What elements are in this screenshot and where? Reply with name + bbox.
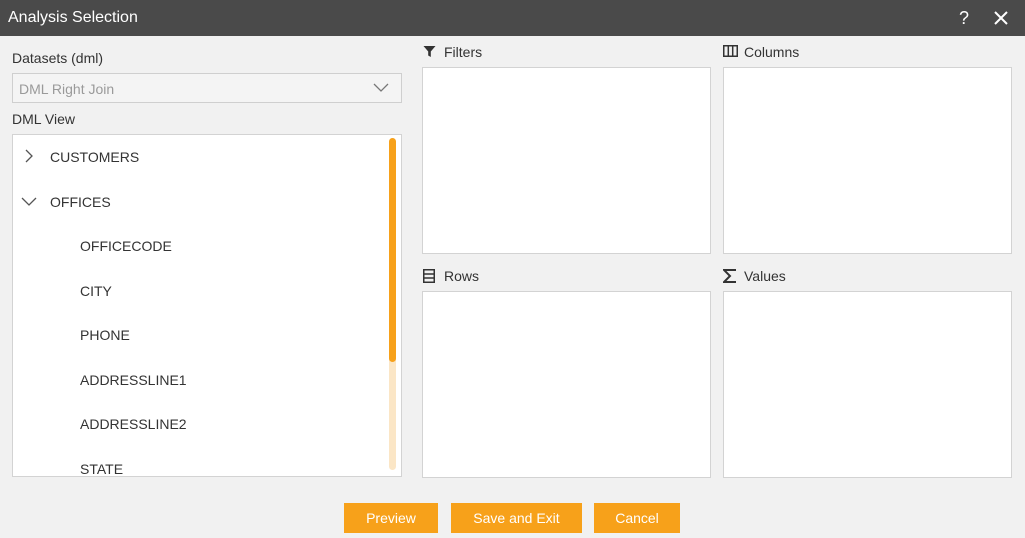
datasets-select[interactable]: DML Right Join bbox=[12, 73, 402, 103]
filter-icon bbox=[423, 46, 436, 57]
tree-field-state[interactable]: STATE bbox=[13, 459, 383, 477]
rows-label: Rows bbox=[444, 268, 480, 284]
tree-group-offices[interactable]: OFFICES bbox=[13, 192, 383, 212]
sigma-icon bbox=[723, 269, 736, 283]
datasets-label: Datasets (dml) bbox=[12, 50, 104, 66]
tree-group-customers[interactable]: CUSTOMERS bbox=[13, 147, 383, 167]
chevron-right-icon bbox=[25, 149, 33, 163]
preview-button[interactable]: Preview bbox=[344, 503, 438, 533]
values-label: Values bbox=[744, 268, 786, 284]
columns-label: Columns bbox=[744, 44, 800, 60]
window-title: Analysis Selection bbox=[8, 9, 138, 26]
chevron-down-icon bbox=[373, 83, 389, 92]
filters-label: Filters bbox=[444, 44, 483, 60]
tree-group-label: OFFICES bbox=[50, 194, 111, 210]
tree-field-label: CITY bbox=[80, 283, 112, 299]
dml-view-label: DML View bbox=[12, 111, 76, 127]
tree-field-label: ADDRESSLINE2 bbox=[80, 416, 187, 432]
columns-icon bbox=[723, 45, 738, 57]
columns-dropzone[interactable] bbox=[723, 67, 1012, 254]
save-and-exit-button[interactable]: Save and Exit bbox=[451, 503, 582, 533]
chevron-down-icon bbox=[21, 197, 37, 206]
rows-header: Rows bbox=[423, 268, 623, 286]
tree-field-addressline2[interactable]: ADDRESSLINE2 bbox=[13, 414, 383, 434]
tree-field-addressline1[interactable]: ADDRESSLINE1 bbox=[13, 370, 383, 390]
rows-icon bbox=[423, 269, 435, 283]
tree-field-label: PHONE bbox=[80, 327, 130, 343]
tree-field-label: ADDRESSLINE1 bbox=[80, 372, 187, 388]
tree-field-label: STATE bbox=[80, 461, 124, 477]
tree-group-label: CUSTOMERS bbox=[50, 149, 140, 165]
values-header: Values bbox=[723, 268, 923, 286]
tree-field-label: OFFICECODE bbox=[80, 238, 172, 254]
title-bar: Analysis Selection ? bbox=[0, 0, 1025, 36]
tree-field-officecode[interactable]: OFFICECODE bbox=[13, 236, 383, 256]
dml-view-tree: CUSTOMERS OFFICES OFFICECODE CITY PHONE … bbox=[12, 134, 402, 477]
tree-field-city[interactable]: CITY bbox=[13, 281, 383, 301]
datasets-selected-value: DML Right Join bbox=[19, 81, 115, 97]
cancel-button[interactable]: Cancel bbox=[594, 503, 680, 533]
filters-dropzone[interactable] bbox=[422, 67, 711, 254]
values-dropzone[interactable] bbox=[723, 291, 1012, 478]
filters-header: Filters bbox=[423, 44, 623, 62]
rows-dropzone[interactable] bbox=[422, 291, 711, 478]
help-icon[interactable]: ? bbox=[959, 8, 969, 28]
columns-header: Columns bbox=[723, 44, 923, 62]
close-icon[interactable] bbox=[992, 9, 1010, 27]
tree-field-phone[interactable]: PHONE bbox=[13, 325, 383, 345]
tree-scrollbar-thumb[interactable] bbox=[389, 138, 396, 362]
